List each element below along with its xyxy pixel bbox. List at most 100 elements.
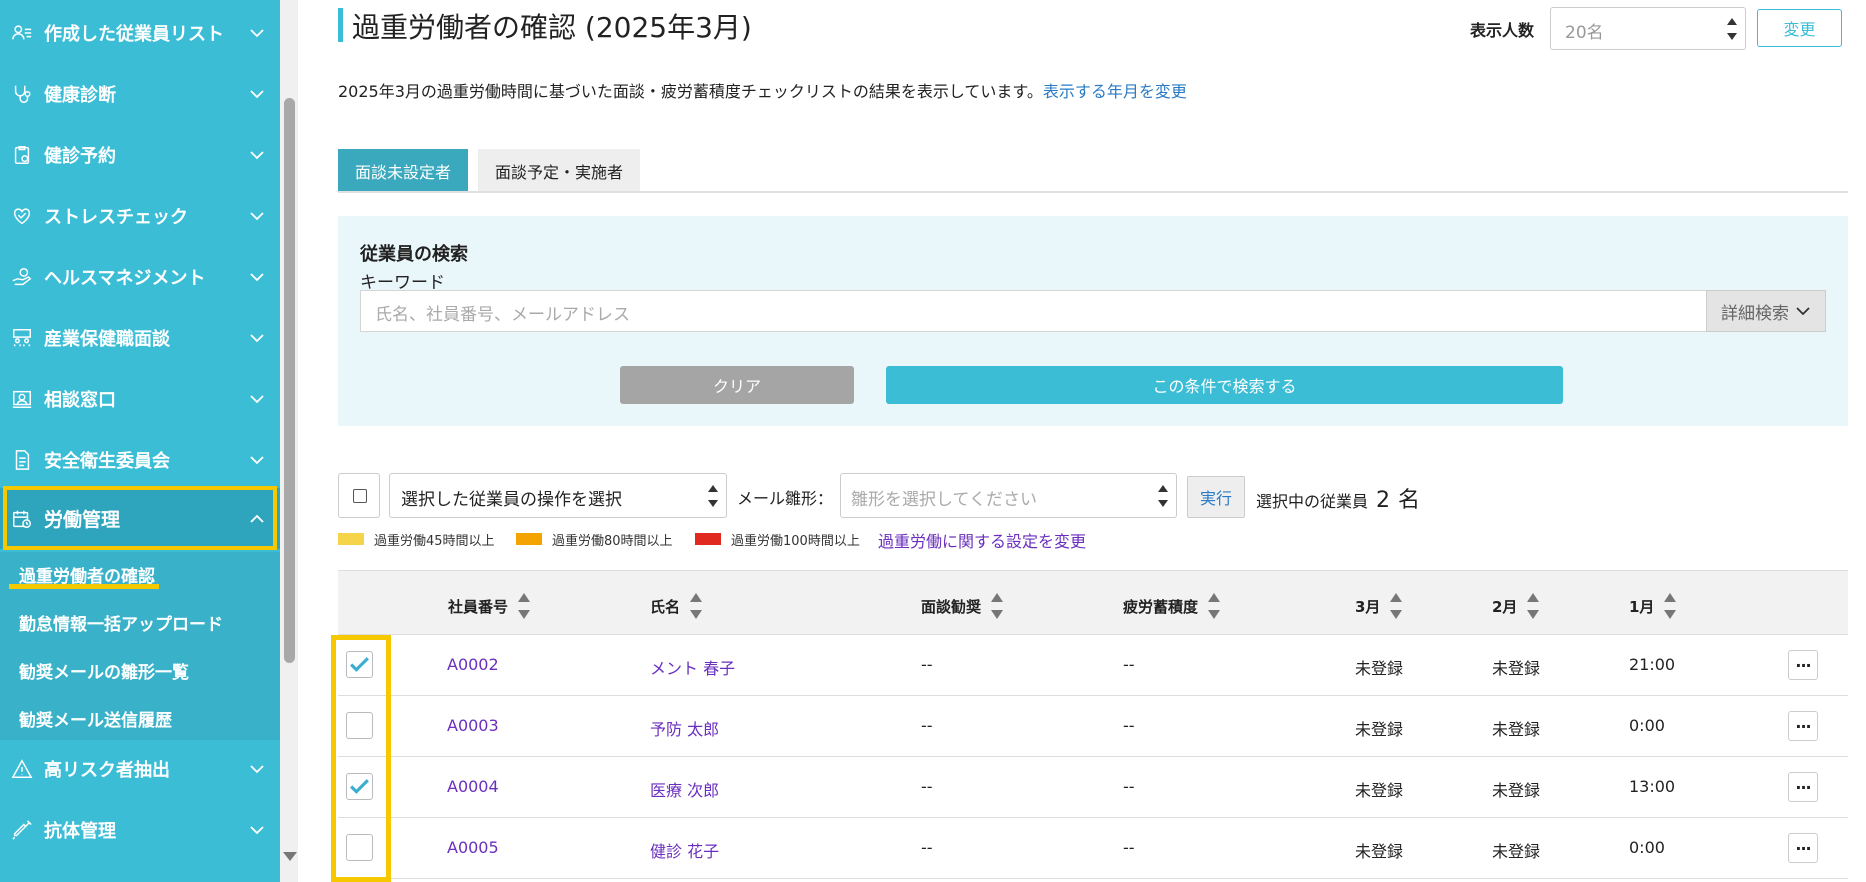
column-label: 3月 xyxy=(1355,597,1381,616)
legend-label: 過重労働45時間以上 xyxy=(374,533,495,549)
sidebar-item-interview[interactable]: 産業保健職面談 xyxy=(0,307,280,368)
column-header-january[interactable]: 1月 xyxy=(1629,593,1677,619)
consult-icon xyxy=(10,387,34,411)
display-count-select[interactable]: 20名 xyxy=(1550,7,1746,50)
row-more-button[interactable]: ··· xyxy=(1788,711,1818,741)
row-more-button[interactable]: ··· xyxy=(1788,833,1818,863)
sort-icon[interactable] xyxy=(1390,593,1403,619)
advanced-search-button[interactable]: 詳細検索 xyxy=(1706,290,1826,332)
column-header-interview-recommendation[interactable]: 面談勧奨 xyxy=(921,593,1004,619)
legend-item-100h: 過重労働100時間以上 xyxy=(695,530,860,549)
cell-january: 21:00 xyxy=(1629,655,1676,674)
column-label: 社員番号 xyxy=(448,597,509,616)
sort-icon[interactable] xyxy=(1664,593,1677,619)
column-header-february[interactable]: 2月 xyxy=(1492,593,1540,619)
sidebar-item-health-checkup[interactable]: 健康診断 xyxy=(0,63,280,124)
cell-january: 0:00 xyxy=(1629,838,1665,857)
mail-template-select[interactable]: 雛形を選択してください xyxy=(840,473,1177,518)
chevron-down-icon xyxy=(248,24,266,42)
select-arrows-icon xyxy=(708,484,718,507)
column-label: 面談勧奨 xyxy=(921,597,982,616)
execute-button[interactable]: 実行 xyxy=(1187,476,1245,518)
select-arrows-icon xyxy=(1727,17,1737,40)
overwork-settings-link[interactable]: 過重労働に関する設定を変更 xyxy=(878,528,1086,552)
cell-january: 0:00 xyxy=(1629,716,1665,735)
cell-march: 未登録 xyxy=(1355,781,1404,800)
hand-care-icon xyxy=(10,265,34,289)
sort-icon[interactable] xyxy=(1527,593,1540,619)
sort-icon[interactable] xyxy=(690,593,703,619)
cell-recommendation: -- xyxy=(921,838,933,857)
column-label: 疲労蓄積度 xyxy=(1123,597,1199,616)
sidebar-item-label: 相談窓口 xyxy=(44,389,116,411)
employee-name-link[interactable]: 健診 花子 xyxy=(650,838,719,862)
sidebar-item-consultation[interactable]: 相談窓口 xyxy=(0,368,280,429)
sidebar-item-label: 抗体管理 xyxy=(44,820,116,842)
column-label: 2月 xyxy=(1492,597,1518,616)
select-all-checkbox[interactable] xyxy=(338,473,380,518)
sidebar-item-antibody[interactable]: 抗体管理 xyxy=(0,799,280,860)
sidebar-item-label: 産業保健職面談 xyxy=(44,328,170,350)
legend-item-80h: 過重労働80時間以上 xyxy=(516,530,673,549)
search-input[interactable]: 氏名、社員番号、メールアドレス xyxy=(360,290,1712,332)
sidebar-scrollbar-thumb[interactable] xyxy=(284,98,295,663)
cell-march: 未登録 xyxy=(1355,659,1404,678)
cell-january: 13:00 xyxy=(1629,777,1676,796)
employee-name-link[interactable]: メント 春子 xyxy=(650,655,735,679)
column-header-march[interactable]: 3月 xyxy=(1355,593,1403,619)
sidebar-item-high-risk[interactable]: 高リスク者抽出 xyxy=(0,738,280,799)
sidebar-item-label: 高リスク者抽出 xyxy=(44,759,170,781)
sidebar-item-label: ストレスチェック xyxy=(44,206,188,228)
change-month-link[interactable]: 表示する年月を変更 xyxy=(1043,82,1187,101)
employee-id-link[interactable]: A0005 xyxy=(447,838,499,857)
tab-scheduled[interactable]: 面談予定・実施者 xyxy=(478,149,640,192)
employee-list-icon xyxy=(10,21,34,45)
selected-number: 2 xyxy=(1376,488,1391,513)
stethoscope-icon xyxy=(10,82,34,106)
sidebar-item-health-management[interactable]: ヘルスマネジメント xyxy=(0,246,280,307)
sidebar-item-safety-committee[interactable]: 安全衛生委員会 xyxy=(0,429,280,490)
change-count-button[interactable]: 変更 xyxy=(1757,9,1842,47)
column-header-employee-id[interactable]: 社員番号 xyxy=(448,593,531,619)
warning-icon xyxy=(10,757,34,781)
sidebar-item-checkup-reservation[interactable]: 健診予約 xyxy=(0,124,280,185)
description-text: 2025年3月の過重労働時間に基づいた面談・疲労蓄積度チェックリストの結果を表示… xyxy=(338,82,1043,101)
cell-february: 未登録 xyxy=(1492,781,1541,800)
search-submit-button[interactable]: この条件で検索する xyxy=(886,366,1563,404)
table-header: 社員番号 氏名 面談勧奨 疲労蓄積度 3月 2月 1月 xyxy=(338,570,1848,635)
column-header-name[interactable]: 氏名 xyxy=(650,593,703,619)
cell-march: 未登録 xyxy=(1355,720,1404,739)
employee-name-link[interactable]: 医療 次郎 xyxy=(650,777,719,801)
selected-unit: 名 xyxy=(1398,488,1421,513)
legend-swatch-yellow xyxy=(338,533,364,545)
subnav-mail-history[interactable]: 勧奨メール送信履歴 xyxy=(19,706,172,731)
employee-id-link[interactable]: A0003 xyxy=(447,716,499,735)
tab-unscheduled[interactable]: 面談未設定者 xyxy=(338,149,468,192)
row-more-button[interactable]: ··· xyxy=(1788,650,1818,680)
clear-button[interactable]: クリア xyxy=(620,366,854,404)
sidebar: 作成した従業員リスト 健康診断 健診予約 ストレスチェック ヘルスマネジメント … xyxy=(0,0,280,882)
sort-icon[interactable] xyxy=(1208,593,1221,619)
sort-icon[interactable] xyxy=(991,593,1004,619)
sidebar-item-label: ヘルスマネジメント xyxy=(44,267,206,289)
mail-template-value: 雛形を選択してください xyxy=(851,490,1037,510)
chevron-down-icon xyxy=(248,390,266,408)
employee-name-link[interactable]: 予防 太郎 xyxy=(650,716,719,740)
sidebar-item-stress-check[interactable]: ストレスチェック xyxy=(0,185,280,246)
subnav-mail-templates[interactable]: 勧奨メールの雛形一覧 xyxy=(19,658,189,683)
employee-id-link[interactable]: A0002 xyxy=(447,655,499,674)
operation-select[interactable]: 選択した従業員の操作を選択 xyxy=(389,473,727,518)
row-more-button[interactable]: ··· xyxy=(1788,772,1818,802)
scroll-down-arrow-icon[interactable] xyxy=(283,852,297,861)
sidebar-item-employee-list[interactable]: 作成した従業員リスト xyxy=(0,2,280,63)
chevron-down-icon xyxy=(248,451,266,469)
sort-icon[interactable] xyxy=(518,593,531,619)
search-panel: 従業員の検索 キーワード 氏名、社員番号、メールアドレス 詳細検索 クリア この… xyxy=(338,216,1848,426)
cell-recommendation: -- xyxy=(921,777,933,796)
employee-id-link[interactable]: A0004 xyxy=(447,777,499,796)
heart-check-icon xyxy=(10,204,34,228)
document-icon xyxy=(10,448,34,472)
column-header-fatigue[interactable]: 疲労蓄積度 xyxy=(1123,593,1221,619)
subnav-attendance-upload[interactable]: 勤怠情報一括アップロード xyxy=(19,610,223,635)
display-count-label: 表示人数 xyxy=(1470,21,1535,40)
